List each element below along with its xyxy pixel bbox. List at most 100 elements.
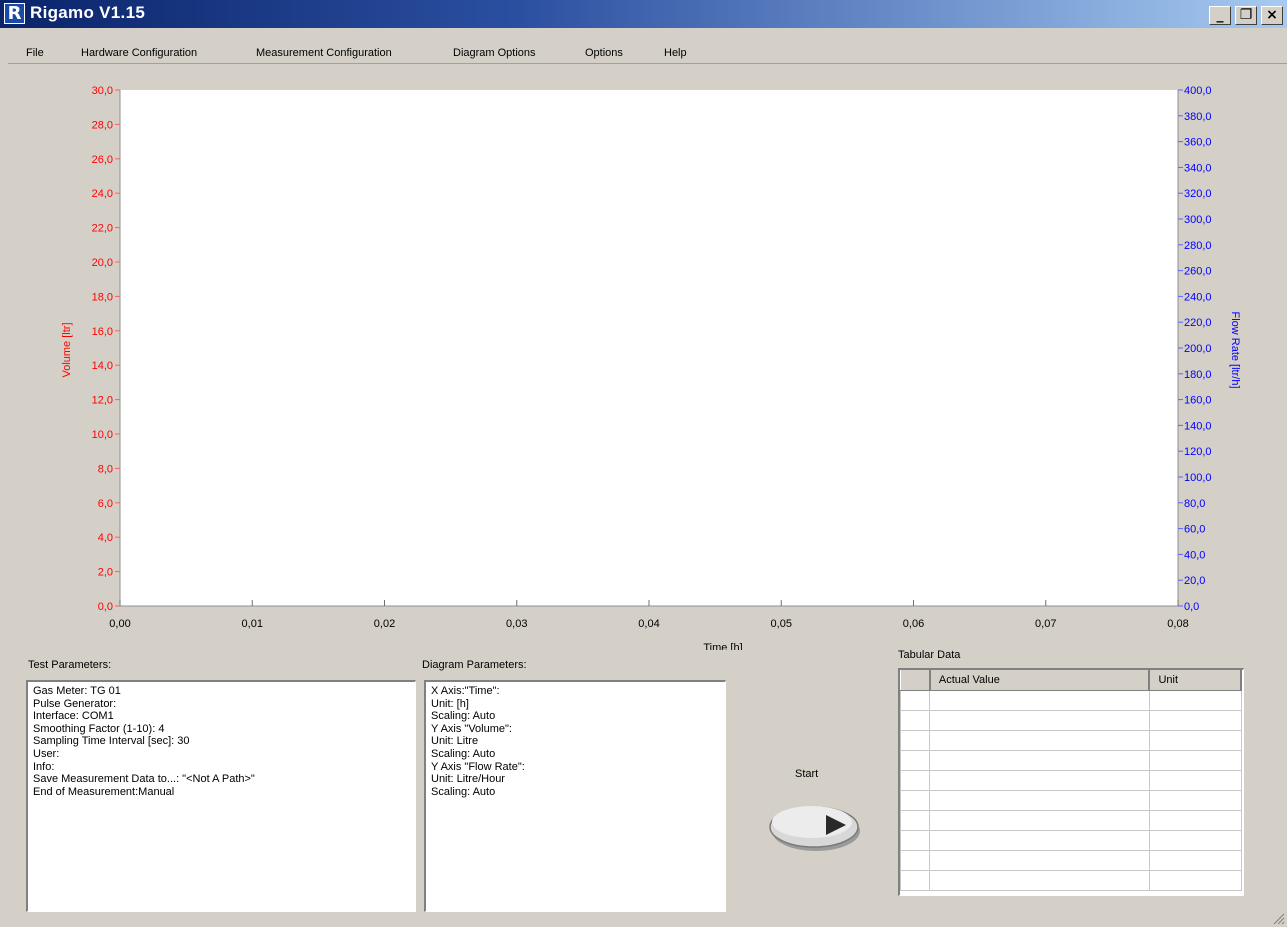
table-cell[interactable] [1148, 709, 1242, 731]
test-parameters-panel[interactable]: Gas Meter: TG 01 Pulse Generator: Interfac… [26, 680, 416, 912]
x-axis-label: Time [h] [703, 642, 742, 650]
test-parameters-line: Pulse Generator: [33, 697, 117, 710]
y2-tick-label: 360,0 [1184, 137, 1212, 149]
table-row[interactable] [899, 789, 1242, 811]
diagram-parameters-line: Scaling: Auto [431, 785, 496, 798]
y2-tick-label: 180,0 [1184, 369, 1212, 381]
y2-tick-label: 280,0 [1184, 240, 1212, 252]
table-cell[interactable] [929, 749, 1150, 771]
y2-tick-label: 380,0 [1184, 111, 1212, 123]
table-cell[interactable] [899, 749, 931, 771]
table-column-header[interactable] [899, 670, 931, 691]
table-cell[interactable] [899, 849, 931, 871]
x-tick-label: 0,04 [638, 618, 659, 630]
table-cell[interactable] [929, 789, 1150, 811]
y2-tick-label: 0,0 [1184, 601, 1199, 613]
table-cell[interactable] [929, 829, 1150, 851]
table-column-header[interactable]: Actual Value [929, 670, 1151, 691]
y-tick-label: 18,0 [92, 291, 113, 303]
y-tick-label: 2,0 [98, 567, 113, 579]
y-axis-left-ticks: 0,0 2,0 4,0 6,0 8,0 10,0 12,0 14,0 16,0 18,0 20,0 2… [92, 85, 120, 613]
table-cell[interactable] [899, 709, 931, 731]
table-cell[interactable] [1148, 749, 1242, 771]
y-tick-label: 12,0 [92, 395, 113, 407]
table-row[interactable] [899, 869, 1242, 891]
tabular-data-table[interactable]: Actual Value Unit [899, 670, 1242, 891]
table-cell[interactable] [1148, 809, 1242, 831]
y2-tick-label: 40,0 [1184, 549, 1205, 561]
table-cell[interactable] [1148, 829, 1242, 851]
measurement-chart[interactable]: 0,00 0,01 0,02 0,03 0,04 0,05 0,06 0,07 0,08 0,0… [0, 0, 1287, 650]
y-tick-label: 10,0 [92, 429, 113, 441]
test-parameters-line: Gas Meter: TG 01 [33, 685, 121, 697]
y-axis-right-label: Flow Rate [ltr/h] [1229, 311, 1241, 388]
y-tick-label: 20,0 [92, 257, 113, 269]
resize-grip-icon[interactable] [1271, 911, 1285, 925]
x-tick-label: 0,08 [1167, 618, 1188, 630]
y-tick-label: 26,0 [92, 154, 113, 166]
table-cell[interactable] [929, 689, 1150, 711]
table-cell[interactable] [929, 709, 1150, 731]
test-parameters-line: Smoothing Factor (1-10): 4 [33, 722, 165, 735]
diagram-parameters-line: Y Axis "Volume": [431, 722, 512, 735]
table-cell[interactable] [899, 689, 931, 711]
table-cell[interactable] [1148, 789, 1242, 811]
y2-tick-label: 220,0 [1184, 317, 1212, 329]
table-cell[interactable] [899, 869, 931, 891]
x-tick-label: 0,06 [903, 618, 924, 630]
table-row[interactable] [899, 689, 1242, 711]
diagram-parameters-panel[interactable]: X Axis:"Time": Unit: [h] Scaling: Auto Y Ax… [424, 680, 726, 912]
test-parameters-line: User: [33, 747, 60, 760]
table-cell[interactable] [899, 789, 931, 811]
diagram-parameters-line: Scaling: Auto [431, 747, 496, 760]
y2-tick-label: 340,0 [1184, 162, 1212, 174]
y2-tick-label: 160,0 [1184, 395, 1212, 407]
table-cell[interactable] [899, 809, 931, 831]
plot-area[interactable] [120, 90, 1178, 606]
start-button[interactable] [764, 795, 864, 855]
y2-tick-label: 300,0 [1184, 214, 1212, 226]
y2-tick-label: 240,0 [1184, 291, 1212, 303]
table-cell[interactable] [1148, 729, 1242, 751]
y2-tick-label: 20,0 [1184, 575, 1205, 587]
table-cell[interactable] [1148, 869, 1242, 891]
diagram-parameters-line: Scaling: Auto [431, 710, 496, 723]
diagram-parameters-line: X Axis:"Time": [431, 685, 500, 697]
table-cell[interactable] [929, 769, 1150, 791]
table-cell[interactable] [929, 729, 1150, 751]
table-row[interactable] [899, 769, 1242, 791]
y2-tick-label: 80,0 [1184, 498, 1205, 510]
table-row[interactable] [899, 849, 1242, 871]
diagram-parameters-label: Diagram Parameters: [422, 659, 527, 671]
table-cell[interactable] [929, 809, 1150, 831]
y2-tick-label: 100,0 [1184, 472, 1212, 484]
table-row[interactable] [899, 829, 1242, 851]
test-parameters-line: Info: [33, 760, 55, 773]
x-tick-label: 0,02 [374, 618, 395, 630]
test-parameters-line: Interface: COM1 [33, 710, 114, 723]
table-cell[interactable] [1148, 689, 1242, 711]
table-column-header[interactable]: Unit [1148, 670, 1242, 691]
table-row[interactable] [899, 729, 1242, 751]
table-cell[interactable] [899, 769, 931, 791]
table-cell[interactable] [1148, 849, 1242, 871]
table-row[interactable] [899, 809, 1242, 831]
x-tick-label: 0,05 [771, 618, 792, 630]
y2-tick-label: 400,0 [1184, 85, 1212, 97]
table-cell[interactable] [899, 829, 931, 851]
y-tick-label: 6,0 [98, 498, 113, 510]
y-tick-label: 4,0 [98, 532, 113, 544]
test-parameters-label: Test Parameters: [28, 659, 112, 671]
table-row[interactable] [899, 749, 1242, 771]
tabular-data-panel[interactable]: Actual Value Unit [898, 668, 1244, 896]
table-cell[interactable] [929, 849, 1150, 871]
y-tick-label: 22,0 [92, 223, 113, 235]
test-parameters-line: Sampling Time Interval [sec]: 30 [33, 735, 190, 748]
y-tick-label: 24,0 [92, 188, 113, 200]
table-row[interactable] [899, 709, 1242, 731]
diagram-parameters-line: Unit: [h] [431, 697, 469, 710]
table-cell[interactable] [1148, 769, 1242, 791]
table-cell[interactable] [929, 869, 1150, 891]
y-tick-label: 30,0 [92, 85, 113, 97]
table-cell[interactable] [899, 729, 931, 751]
